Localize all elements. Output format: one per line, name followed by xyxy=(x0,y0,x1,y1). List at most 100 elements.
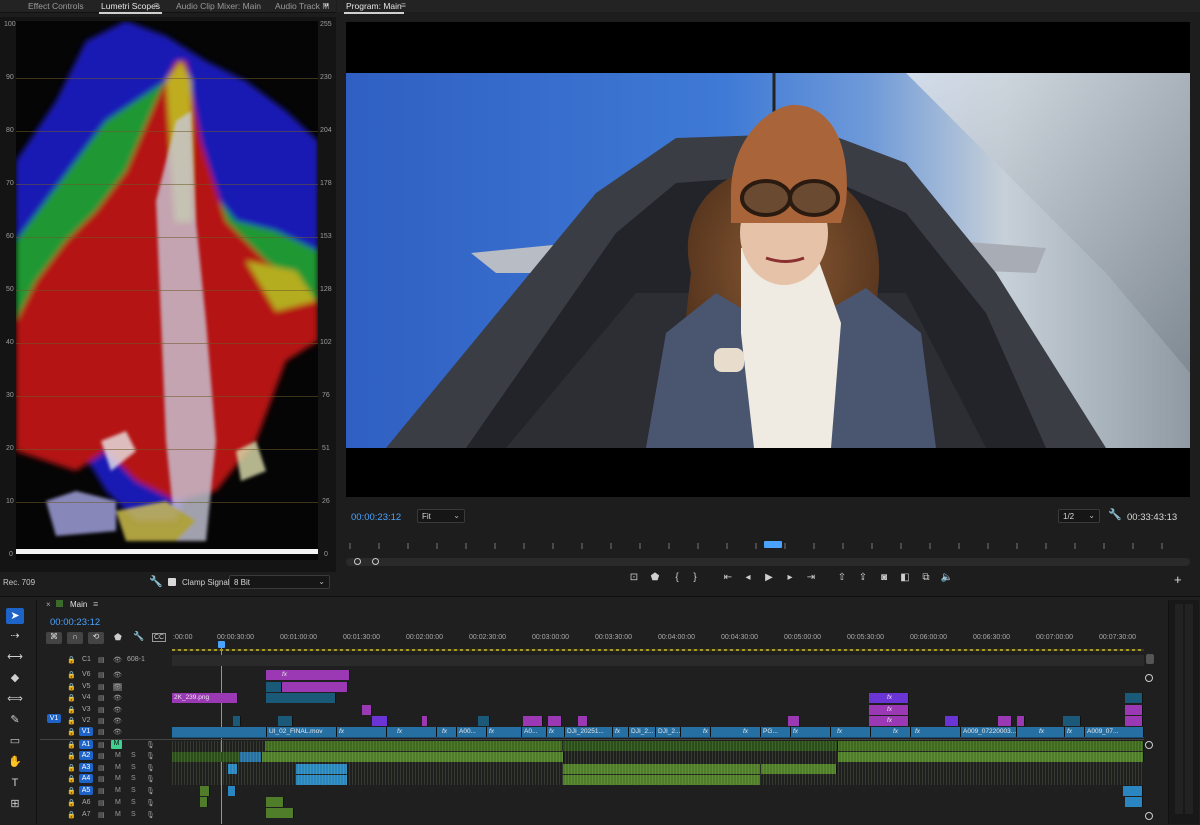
lock-icon[interactable]: 🔒 xyxy=(67,694,76,702)
slip-tool-icon[interactable]: ⟺ xyxy=(6,691,24,707)
step-forward-icon[interactable]: ▸ xyxy=(783,572,797,583)
timeline-clip[interactable] xyxy=(548,716,562,726)
audio-clip-linked[interactable] xyxy=(228,764,238,774)
mute-button[interactable]: M xyxy=(115,775,121,782)
timeline-clip[interactable] xyxy=(1063,716,1081,726)
zoom-scrollbar[interactable] xyxy=(346,558,1190,566)
timeline-clip[interactable]: fx xyxy=(266,670,350,680)
program-monitor-title[interactable]: Program: Main xyxy=(344,1,404,14)
lock-icon[interactable]: 🔒 xyxy=(67,706,76,714)
program-playhead[interactable] xyxy=(764,541,782,548)
track-output-icon[interactable]: ▤ xyxy=(98,811,105,819)
timeline-clip[interactable] xyxy=(266,682,282,692)
program-viewer[interactable] xyxy=(346,22,1190,497)
selection-tool-icon[interactable]: ➤ xyxy=(6,608,24,624)
timeline-clip[interactable]: A0... xyxy=(522,727,547,737)
mute-button[interactable]: M xyxy=(115,811,121,818)
timeline-clip[interactable]: 2K_239.png xyxy=(172,693,238,703)
track-output-icon[interactable]: ▤ xyxy=(98,706,105,714)
audio-clip[interactable] xyxy=(266,808,294,818)
audio-scroll-handle[interactable] xyxy=(1145,741,1153,749)
add-button-icon[interactable]: + xyxy=(1174,572,1182,587)
pen-tool-icon[interactable]: ✎ xyxy=(6,712,24,728)
timeline-clip[interactable]: DJI_2... xyxy=(629,727,656,737)
step-back-icon[interactable]: ◂ xyxy=(741,572,755,583)
track-output-icon[interactable]: ▤ xyxy=(98,717,105,725)
timeline-clip[interactable] xyxy=(372,716,388,726)
timeline-clip[interactable]: fx xyxy=(547,727,565,737)
track-output-icon[interactable]: ▤ xyxy=(98,787,105,795)
eye-icon[interactable]: 👁 xyxy=(113,671,122,679)
lock-icon[interactable]: 🔒 xyxy=(67,752,76,760)
play-icon[interactable]: ▶ xyxy=(762,572,776,583)
timeline-clip[interactable]: fx xyxy=(487,727,522,737)
mute-button-a1[interactable]: M xyxy=(111,740,122,749)
audio-clip-linked[interactable] xyxy=(296,764,348,774)
export-frame-icon[interactable]: ⊡ xyxy=(627,572,641,583)
timeline-clip[interactable]: A009_07... xyxy=(1085,727,1144,737)
timeline-clip[interactable]: fx xyxy=(437,727,457,737)
timeline-ruler[interactable]: :00:00 00:00:30:00 00:01:00:00 00:01:30:… xyxy=(172,628,1144,652)
add-marker-icon[interactable]: ⬟ xyxy=(114,632,122,643)
linked-selection-icon[interactable]: ⟲ xyxy=(88,632,104,644)
solo-button[interactable]: S xyxy=(131,775,136,782)
mute-button[interactable]: M xyxy=(115,787,121,794)
timeline-clip[interactable]: fx xyxy=(869,705,909,715)
timeline-clip[interactable]: DJI_2... xyxy=(656,727,681,737)
bit-depth-dropdown[interactable]: 8 Bit ⌄ xyxy=(229,575,330,589)
track-name-a3[interactable]: A3 xyxy=(79,763,93,772)
timeline-clip[interactable]: fx xyxy=(869,716,909,726)
audio-icon[interactable]: 🔈 xyxy=(940,572,954,583)
lock-icon[interactable]: 🔒 xyxy=(67,799,76,807)
wrench-icon[interactable]: 🔧 xyxy=(1108,508,1122,521)
audio-clip[interactable] xyxy=(563,764,761,774)
eye-icon[interactable]: 👁 xyxy=(113,717,122,725)
timeline-clip[interactable]: fx xyxy=(869,693,909,703)
track-name-v1[interactable]: V1 xyxy=(79,727,93,736)
solo-button[interactable]: S xyxy=(131,811,136,818)
timeline-clip[interactable]: fx xyxy=(831,727,871,737)
timeline-clip[interactable] xyxy=(1017,716,1025,726)
audio-clip[interactable] xyxy=(838,752,1144,762)
timeline-clip[interactable] xyxy=(998,716,1012,726)
track-output-icon[interactable]: ▤ xyxy=(98,775,105,783)
solo-button[interactable]: S xyxy=(131,799,136,806)
camera-icon[interactable]: ◙ xyxy=(877,572,891,583)
razor-tool-icon[interactable]: ◆ xyxy=(6,670,24,686)
tab-lumetri-scopes[interactable]: Lumetri Scopes xyxy=(98,1,163,14)
track-name-a2[interactable]: A2 xyxy=(79,751,93,760)
audio-clip[interactable] xyxy=(200,797,208,807)
double-chevron-right-icon[interactable]: » xyxy=(324,0,329,9)
timeline-current-timecode[interactable]: 00:00:23:12 xyxy=(50,617,100,628)
close-tab-icon[interactable]: × xyxy=(46,600,51,609)
audio-clip[interactable] xyxy=(563,775,761,785)
audio-clip[interactable] xyxy=(262,752,564,762)
audio-clip-linked[interactable] xyxy=(228,786,236,796)
track-output-icon[interactable]: ▤ xyxy=(98,694,105,702)
track-output-icon[interactable]: ▤ xyxy=(98,728,105,736)
lock-icon[interactable]: 🔒 xyxy=(67,728,76,736)
timeline-clip[interactable] xyxy=(1125,693,1143,703)
timeline-clip[interactable] xyxy=(788,716,800,726)
microphone-icon[interactable]: 🎙 xyxy=(146,787,155,795)
ripple-edit-tool-icon[interactable]: ⟷ xyxy=(6,649,24,665)
add-marker-icon[interactable]: ⬟ xyxy=(648,572,662,583)
video-scroll-handle[interactable] xyxy=(1145,674,1153,682)
lock-icon[interactable]: 🔒 xyxy=(67,683,76,691)
timeline-clip[interactable]: fx xyxy=(791,727,831,737)
hand-tool-icon[interactable]: ✋ xyxy=(6,754,24,770)
timeline-clip[interactable]: fx xyxy=(911,727,961,737)
track-output-icon[interactable]: ▤ xyxy=(98,683,105,691)
lock-icon[interactable]: 🔒 xyxy=(67,764,76,772)
timeline-clip[interactable] xyxy=(362,705,372,715)
extract-icon[interactable]: ⇪ xyxy=(856,572,870,583)
lock-icon[interactable]: 🔒 xyxy=(67,656,76,664)
track-output-icon[interactable]: ▤ xyxy=(98,656,105,664)
wrench-icon[interactable]: 🔧 xyxy=(149,575,163,588)
audio-clip[interactable] xyxy=(266,797,284,807)
timeline-clip[interactable]: UI_02_FINAL.mov xyxy=(267,727,337,737)
tab-effect-controls[interactable]: Effect Controls xyxy=(28,1,84,11)
nest-icon[interactable]: ⌘ xyxy=(46,632,62,644)
panel-menu-icon[interactable]: ≡ xyxy=(154,0,159,10)
lock-icon[interactable]: 🔒 xyxy=(67,671,76,679)
